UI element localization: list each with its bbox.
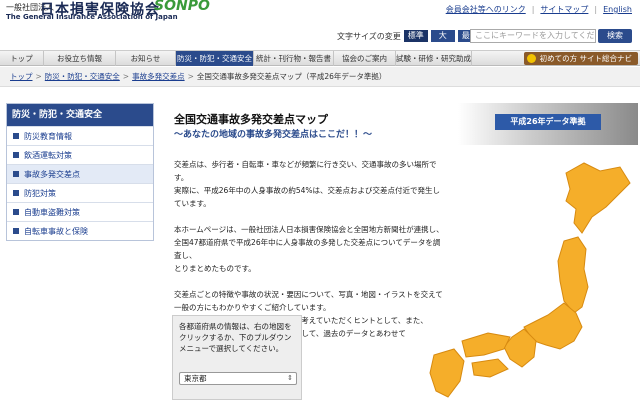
font-size-large-button[interactable]: 大 bbox=[430, 30, 455, 42]
shikoku-region[interactable] bbox=[471, 358, 509, 378]
breadcrumb-intersections[interactable]: 事故多発交差点 bbox=[132, 71, 185, 82]
prefecture-select-value: 東京都 bbox=[184, 374, 207, 383]
sidebar-item-car-theft[interactable]: 自動車盗難対策 bbox=[7, 202, 153, 221]
nav-safety[interactable]: 防災・防犯・交通安全 bbox=[176, 51, 254, 66]
intro-paragraph-1: 交差点は、歩行者・自転車・車などが頻繁に行き交い、交通事故の多い場所です。 実際… bbox=[174, 160, 440, 208]
sidebar-item-disaster-education[interactable]: 防災教育情報 bbox=[7, 126, 153, 145]
divider: | bbox=[531, 5, 535, 14]
square-bullet-icon bbox=[13, 190, 19, 196]
sidebar-item-label: 飲酒運転対策 bbox=[24, 150, 72, 160]
breadcrumb: トップ > 防災・防犯・交通安全 > 事故多発交差点 > 全国交通事故多発交差点… bbox=[0, 67, 640, 87]
square-bullet-icon bbox=[13, 152, 19, 158]
intro-paragraph-2: 本ホームページは、一般社団法人日本損害保険協会と全国地方新聞社が連携し、 全国4… bbox=[174, 225, 444, 273]
prefecture-select[interactable]: 東京都 ⇕ bbox=[179, 372, 297, 385]
prefecture-instruction: 各都道府県の情報は、右の地図をクリックするか、下のプルダウンメニューで選択してく… bbox=[179, 322, 292, 353]
nav-news[interactable]: お知らせ bbox=[116, 51, 176, 66]
sidebar-item-label: 防犯対策 bbox=[24, 188, 56, 198]
page-title: 全国交通事故多発交差点マップ bbox=[174, 113, 328, 126]
nav-exams[interactable]: 試験・研修・研究助成 bbox=[396, 51, 472, 66]
sidebar-item-label: 防災教育情報 bbox=[24, 131, 72, 141]
breadcrumb-current: 全国交通事故多発交差点マップ（平成26年データ準拠） bbox=[196, 72, 387, 81]
sidebar-item-bicycle-insurance[interactable]: 自転車事故と保険 bbox=[7, 221, 153, 240]
sidebar-item-drunk-driving[interactable]: 飲酒運転対策 bbox=[7, 145, 153, 164]
chugoku-region[interactable] bbox=[461, 332, 511, 358]
nav-statistics[interactable]: 統計・刊行物・報告書 bbox=[254, 51, 334, 66]
font-size-standard-button[interactable]: 標準 bbox=[403, 30, 428, 42]
square-bullet-icon bbox=[13, 133, 19, 139]
sonpo-logo-text: SONPO bbox=[154, 0, 210, 14]
member-links-link[interactable]: 会員会社等へのリンク bbox=[446, 4, 526, 15]
first-visit-nav-button[interactable]: 初めての方 サイト総合ナビ bbox=[523, 52, 638, 65]
beginner-icon bbox=[526, 54, 536, 63]
sidebar-title[interactable]: 防災・防犯・交通安全 bbox=[7, 104, 153, 126]
square-bullet-icon bbox=[13, 228, 19, 234]
nav-about[interactable]: 協会のご案内 bbox=[334, 51, 396, 66]
font-size-label: 文字サイズの変更 bbox=[337, 31, 401, 41]
hokkaido-region[interactable] bbox=[565, 162, 631, 234]
breadcrumb-separator: > bbox=[35, 72, 42, 81]
search-button[interactable]: 検索 bbox=[598, 29, 632, 43]
select-arrows-icon: ⇕ bbox=[287, 374, 293, 382]
breadcrumb-separator: > bbox=[122, 72, 130, 81]
font-size-switcher: 文字サイズの変更 標準 大 最大 bbox=[337, 30, 482, 42]
site-header: 一般社団法人 日本損害保険協会 The General Insurance As… bbox=[0, 0, 640, 50]
square-bullet-icon bbox=[13, 171, 19, 177]
sidebar-item-accident-intersections[interactable]: 事故多発交差点 bbox=[7, 164, 153, 183]
english-link[interactable]: English bbox=[603, 5, 632, 14]
nav-useful-info[interactable]: お役立ち情報 bbox=[44, 51, 116, 66]
search-input[interactable]: ここにキーワードを入力してくだ bbox=[470, 29, 596, 43]
sitemap-link[interactable]: サイトマップ bbox=[540, 4, 588, 15]
square-bullet-icon bbox=[13, 209, 19, 215]
breadcrumb-top[interactable]: トップ bbox=[10, 71, 33, 82]
top-links: 会員会社等へのリンク | サイトマップ | English bbox=[446, 4, 632, 15]
sidebar-item-crime-prevention[interactable]: 防犯対策 bbox=[7, 183, 153, 202]
page-subtitle: ～あなたの地域の事故多発交差点はここだ！！～ bbox=[174, 130, 373, 140]
page-banner: 全国交通事故多発交差点マップ ～あなたの地域の事故多発交差点はここだ！！～ 平成… bbox=[162, 103, 638, 145]
divider: | bbox=[594, 5, 598, 14]
prefecture-selector-box: 各都道府県の情報は、右の地図をクリックするか、下のプルダウンメニューで選択してく… bbox=[172, 315, 302, 400]
nav-top[interactable]: トップ bbox=[0, 51, 44, 66]
sidebar-item-label: 自動車盗難対策 bbox=[24, 207, 80, 217]
main-content: 全国交通事故多発交差点マップ ～あなたの地域の事故多発交差点はここだ！！～ 平成… bbox=[162, 103, 638, 400]
breadcrumb-safety[interactable]: 防災・防犯・交通安全 bbox=[45, 71, 120, 82]
first-visit-label: 初めての方 サイト総合ナビ bbox=[539, 54, 632, 63]
sidebar-item-label: 自転車事故と保険 bbox=[24, 226, 88, 236]
tohoku-region[interactable] bbox=[557, 236, 589, 314]
breadcrumb-separator: > bbox=[187, 72, 194, 81]
sidebar: 防災・防犯・交通安全 防災教育情報 飲酒運転対策 事故多発交差点 防犯対策 自動… bbox=[6, 103, 154, 241]
sonpo-logo[interactable]: SONPO bbox=[154, 0, 210, 14]
sidebar-item-label: 事故多発交差点 bbox=[24, 169, 80, 179]
data-year-badge: 平成26年データ準拠 bbox=[495, 114, 601, 130]
global-nav: トップ お役立ち情報 お知らせ 防災・防犯・交通安全 統計・刊行物・報告書 協会… bbox=[0, 50, 640, 66]
org-logo-english: The General Insurance Association of Jap… bbox=[6, 13, 178, 21]
